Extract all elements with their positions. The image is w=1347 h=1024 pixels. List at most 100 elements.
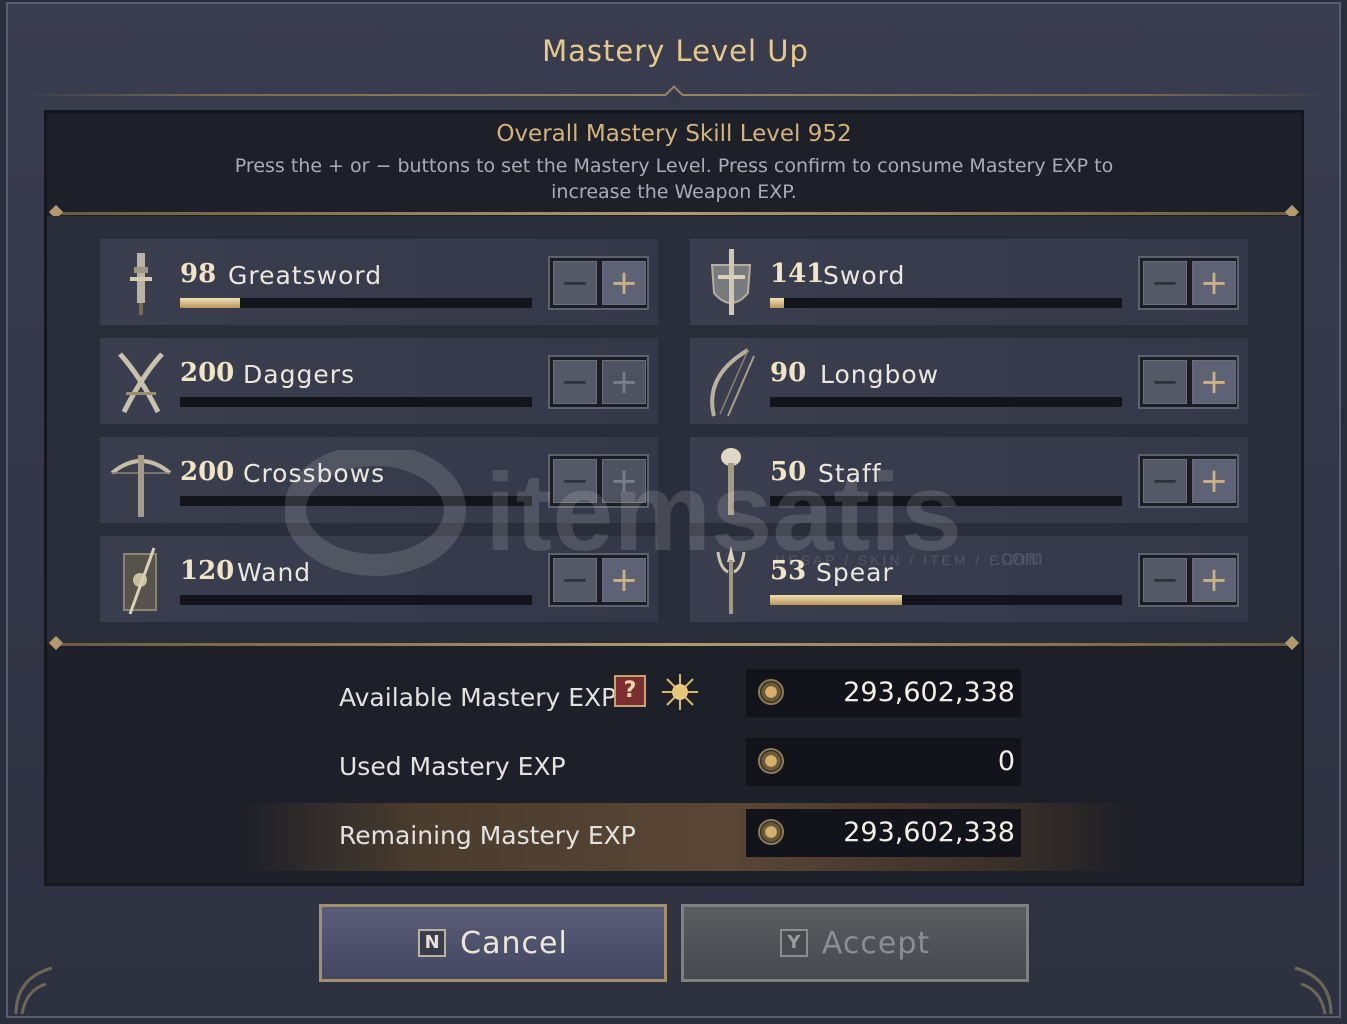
level-stepper: − + bbox=[548, 256, 649, 310]
available-exp-box: 293,602,338 bbox=[746, 669, 1021, 717]
level-stepper: − + bbox=[1138, 355, 1239, 409]
section-divider-top bbox=[55, 212, 1293, 215]
weapon-progress-fill bbox=[180, 298, 240, 308]
mastery-panel: Overall Mastery Skill Level 952 Press th… bbox=[44, 110, 1304, 886]
weapon-name: Sword bbox=[823, 261, 906, 290]
corner-ornament-right bbox=[1294, 966, 1333, 1015]
level-stepper: − + bbox=[1138, 454, 1239, 508]
level-stepper: − + bbox=[1138, 256, 1239, 310]
weapon-name: Wand bbox=[237, 558, 312, 587]
dialog-title: Mastery Level Up bbox=[542, 34, 809, 68]
level-stepper: − + bbox=[1138, 553, 1239, 607]
daggers-icon bbox=[118, 352, 164, 414]
accept-button[interactable]: Y Accept bbox=[681, 904, 1029, 982]
increase-button[interactable]: + bbox=[1192, 360, 1236, 404]
level-stepper: − + bbox=[548, 355, 649, 409]
used-exp-value: 0 bbox=[997, 746, 1015, 777]
decrease-button[interactable]: − bbox=[1143, 261, 1187, 305]
weapon-name: Daggers bbox=[243, 360, 355, 389]
remaining-exp-label: Remaining Mastery EXP bbox=[339, 821, 636, 850]
overall-mastery-level: Overall Mastery Skill Level 952 bbox=[496, 121, 852, 147]
title-divider-notch bbox=[664, 85, 684, 105]
weapon-progress-fill bbox=[770, 595, 902, 605]
accept-label: Accept bbox=[821, 925, 931, 961]
section-divider-bottom bbox=[55, 643, 1293, 646]
mastery-coin-icon bbox=[758, 679, 784, 705]
weapon-name: Greatsword bbox=[228, 261, 383, 290]
decrease-button[interactable]: − bbox=[1143, 558, 1187, 602]
weapon-card-wand: 120 Wand − + bbox=[99, 535, 659, 623]
weapon-card-greatsword: 98 Greatsword − + bbox=[99, 238, 659, 326]
decrease-button[interactable]: − bbox=[553, 360, 597, 404]
decrease-button[interactable]: − bbox=[1143, 459, 1187, 503]
weapon-card-sword: 141 Sword − + bbox=[689, 238, 1249, 326]
weapon-progress-bar bbox=[180, 595, 532, 605]
longbow-icon bbox=[710, 348, 755, 417]
instructions-text: Press the + or − buttons to set the Mast… bbox=[234, 155, 1114, 203]
cancel-label: Cancel bbox=[460, 925, 568, 961]
remaining-exp-box: 293,602,338 bbox=[746, 809, 1021, 857]
level-stepper: − + bbox=[548, 553, 649, 607]
weapon-level: 50 bbox=[770, 457, 807, 487]
staff-icon bbox=[721, 448, 741, 515]
sword-shield-icon bbox=[710, 249, 752, 315]
increase-button[interactable]: + bbox=[602, 459, 646, 503]
greatsword-icon bbox=[130, 253, 152, 315]
accept-hotkey-badge: Y bbox=[779, 929, 808, 957]
weapon-progress-bar bbox=[770, 397, 1122, 407]
weapon-level: 120 bbox=[180, 556, 235, 586]
cancel-button[interactable]: N Cancel bbox=[319, 904, 667, 982]
available-exp-value: 293,602,338 bbox=[843, 677, 1015, 708]
mastery-coin-icon bbox=[758, 748, 784, 774]
weapon-level: 141 bbox=[770, 259, 825, 289]
weapon-name: Staff bbox=[818, 459, 882, 488]
decrease-button[interactable]: − bbox=[553, 261, 597, 305]
weapon-card-spear: 53 Spear − + bbox=[689, 535, 1249, 623]
mastery-coin-icon bbox=[758, 819, 784, 845]
crossbow-icon bbox=[110, 455, 172, 517]
weapon-progress-bar bbox=[770, 496, 1122, 506]
weapon-level: 98 bbox=[180, 259, 217, 289]
used-exp-row: Used Mastery EXP 0 bbox=[237, 738, 1137, 798]
weapon-level: 53 bbox=[770, 556, 807, 586]
decrease-button[interactable]: − bbox=[553, 459, 597, 503]
weapon-card-crossbows: 200 Crossbows − + bbox=[99, 436, 659, 524]
weapon-name: Crossbows bbox=[243, 459, 386, 488]
increase-button[interactable]: + bbox=[1192, 261, 1236, 305]
weapon-name: Longbow bbox=[820, 360, 940, 389]
corner-ornament-left bbox=[14, 966, 53, 1015]
increase-button[interactable]: + bbox=[1192, 459, 1236, 503]
increase-button[interactable]: + bbox=[602, 360, 646, 404]
help-icon[interactable]: ? bbox=[614, 675, 646, 707]
weapon-progress-bar bbox=[180, 397, 532, 407]
weapon-progress-fill bbox=[770, 298, 785, 308]
weapon-grid: 98 Greatsword − + 141 Sword − + 200 Dagg… bbox=[47, 216, 1301, 644]
weapon-progress-bar bbox=[770, 298, 1122, 308]
decrease-button[interactable]: − bbox=[1143, 360, 1187, 404]
weapon-card-staff: 50 Staff − + bbox=[689, 436, 1249, 524]
available-exp-row: Available Mastery EXP ? 293,602,338 bbox=[237, 669, 1137, 729]
increase-button[interactable]: + bbox=[1192, 558, 1236, 602]
level-stepper: − + bbox=[548, 454, 649, 508]
weapon-level: 200 bbox=[180, 358, 235, 388]
increase-button[interactable]: + bbox=[602, 261, 646, 305]
available-exp-label: Available Mastery EXP bbox=[339, 683, 617, 712]
weapon-card-daggers: 200 Daggers − + bbox=[99, 337, 659, 425]
weapon-name: Spear bbox=[816, 558, 894, 587]
weapon-progress-bar bbox=[770, 595, 1122, 605]
weapon-progress-bar bbox=[180, 298, 532, 308]
used-exp-label: Used Mastery EXP bbox=[339, 752, 566, 781]
remaining-exp-row: Remaining Mastery EXP 293,602,338 bbox=[237, 803, 1137, 871]
weapon-level: 90 bbox=[770, 358, 807, 388]
mastery-sun-icon bbox=[662, 674, 698, 710]
used-exp-box: 0 bbox=[746, 738, 1021, 786]
weapon-progress-bar bbox=[180, 496, 532, 506]
cancel-hotkey-badge: N bbox=[418, 929, 447, 957]
spear-icon bbox=[716, 546, 746, 614]
weapon-level: 200 bbox=[180, 457, 235, 487]
wand-icon bbox=[123, 547, 157, 615]
increase-button[interactable]: + bbox=[602, 558, 646, 602]
weapon-card-longbow: 90 Longbow − + bbox=[689, 337, 1249, 425]
remaining-exp-value: 293,602,338 bbox=[843, 817, 1015, 848]
decrease-button[interactable]: − bbox=[553, 558, 597, 602]
